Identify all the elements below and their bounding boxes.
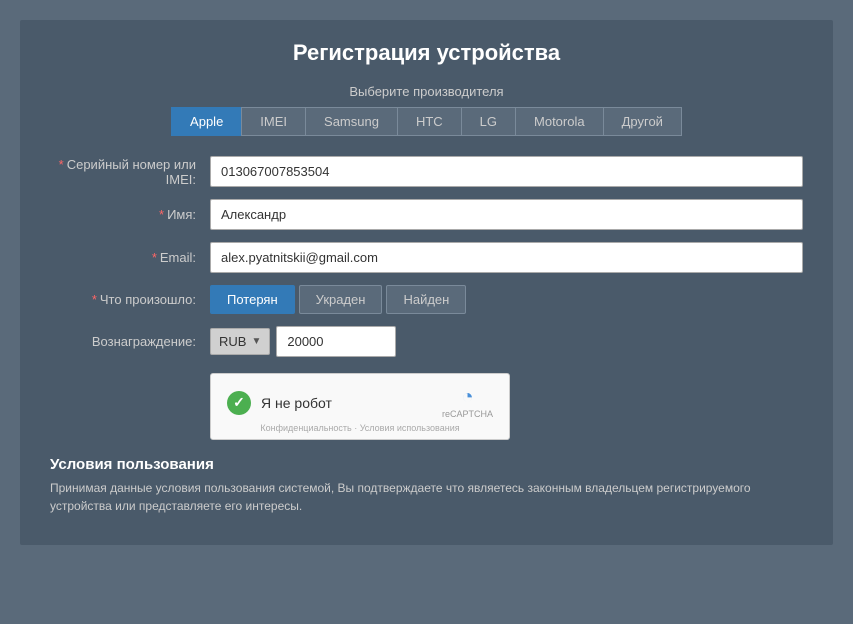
- status-label: *Что произошло:: [50, 292, 210, 307]
- name-input[interactable]: [210, 199, 803, 230]
- reward-label: Вознаграждение:: [50, 334, 210, 349]
- currency-select[interactable]: RUB ▼: [210, 328, 270, 355]
- status-buttons: Потерян Украден Найден: [210, 285, 466, 314]
- status-lost[interactable]: Потерян: [210, 285, 295, 314]
- checkmark-icon: ✓: [227, 391, 251, 415]
- serial-label: *Серийный номер или IMEI:: [50, 157, 210, 187]
- terms-text: Принимая данные условия пользования сист…: [50, 479, 803, 515]
- captcha-inner: ✓ Я не робот ◔ reCAPTCHA: [227, 386, 493, 419]
- captcha-text: Я не робот: [261, 395, 332, 411]
- manufacturer-tabs: Apple IMEI Samsung HTC LG Motorola Друго…: [50, 107, 803, 136]
- email-input[interactable]: [210, 242, 803, 273]
- tab-motorola[interactable]: Motorola: [515, 107, 603, 136]
- status-required: *: [92, 292, 97, 307]
- email-required: *: [152, 250, 157, 265]
- terms-section: Условия пользования Принимая данные усло…: [50, 456, 803, 515]
- reward-amount-input[interactable]: [276, 326, 396, 357]
- email-row: *Email:: [50, 242, 803, 273]
- page-title: Регистрация устройства: [50, 40, 803, 66]
- email-label: *Email:: [50, 250, 210, 265]
- tab-apple[interactable]: Apple: [171, 107, 241, 136]
- currency-value: RUB: [219, 334, 246, 349]
- terms-title: Условия пользования: [50, 456, 803, 473]
- serial-input[interactable]: [210, 156, 803, 187]
- serial-row: *Серийный номер или IMEI:: [50, 156, 803, 187]
- chevron-down-icon: ▼: [251, 336, 261, 347]
- reward-row: Вознаграждение: RUB ▼: [50, 326, 803, 357]
- name-row: *Имя:: [50, 199, 803, 230]
- tab-htc[interactable]: HTC: [397, 107, 461, 136]
- tab-imei[interactable]: IMEI: [241, 107, 305, 136]
- main-container: Регистрация устройства Выберите производ…: [20, 20, 833, 545]
- tab-samsung[interactable]: Samsung: [305, 107, 397, 136]
- tab-lg[interactable]: LG: [461, 107, 515, 136]
- captcha-check[interactable]: ✓ Я не робот: [227, 391, 332, 415]
- status-found[interactable]: Найден: [386, 285, 466, 314]
- tab-other[interactable]: Другой: [603, 107, 682, 136]
- status-stolen[interactable]: Украден: [299, 285, 383, 314]
- name-label: *Имя:: [50, 207, 210, 222]
- recaptcha-label: reCAPTCHA: [442, 409, 493, 419]
- status-row: *Что произошло: Потерян Украден Найден: [50, 285, 803, 314]
- serial-required: *: [59, 157, 64, 172]
- captcha-footer: Конфиденциальность · Условия использован…: [227, 423, 493, 433]
- name-required: *: [159, 207, 164, 222]
- recaptcha-icon: ◔: [461, 386, 473, 409]
- captcha-box: ✓ Я не робот ◔ reCAPTCHA Конфиденциально…: [210, 373, 510, 440]
- recaptcha-logo: ◔ reCAPTCHA: [442, 386, 493, 419]
- manufacturer-label: Выберите производителя: [50, 84, 803, 99]
